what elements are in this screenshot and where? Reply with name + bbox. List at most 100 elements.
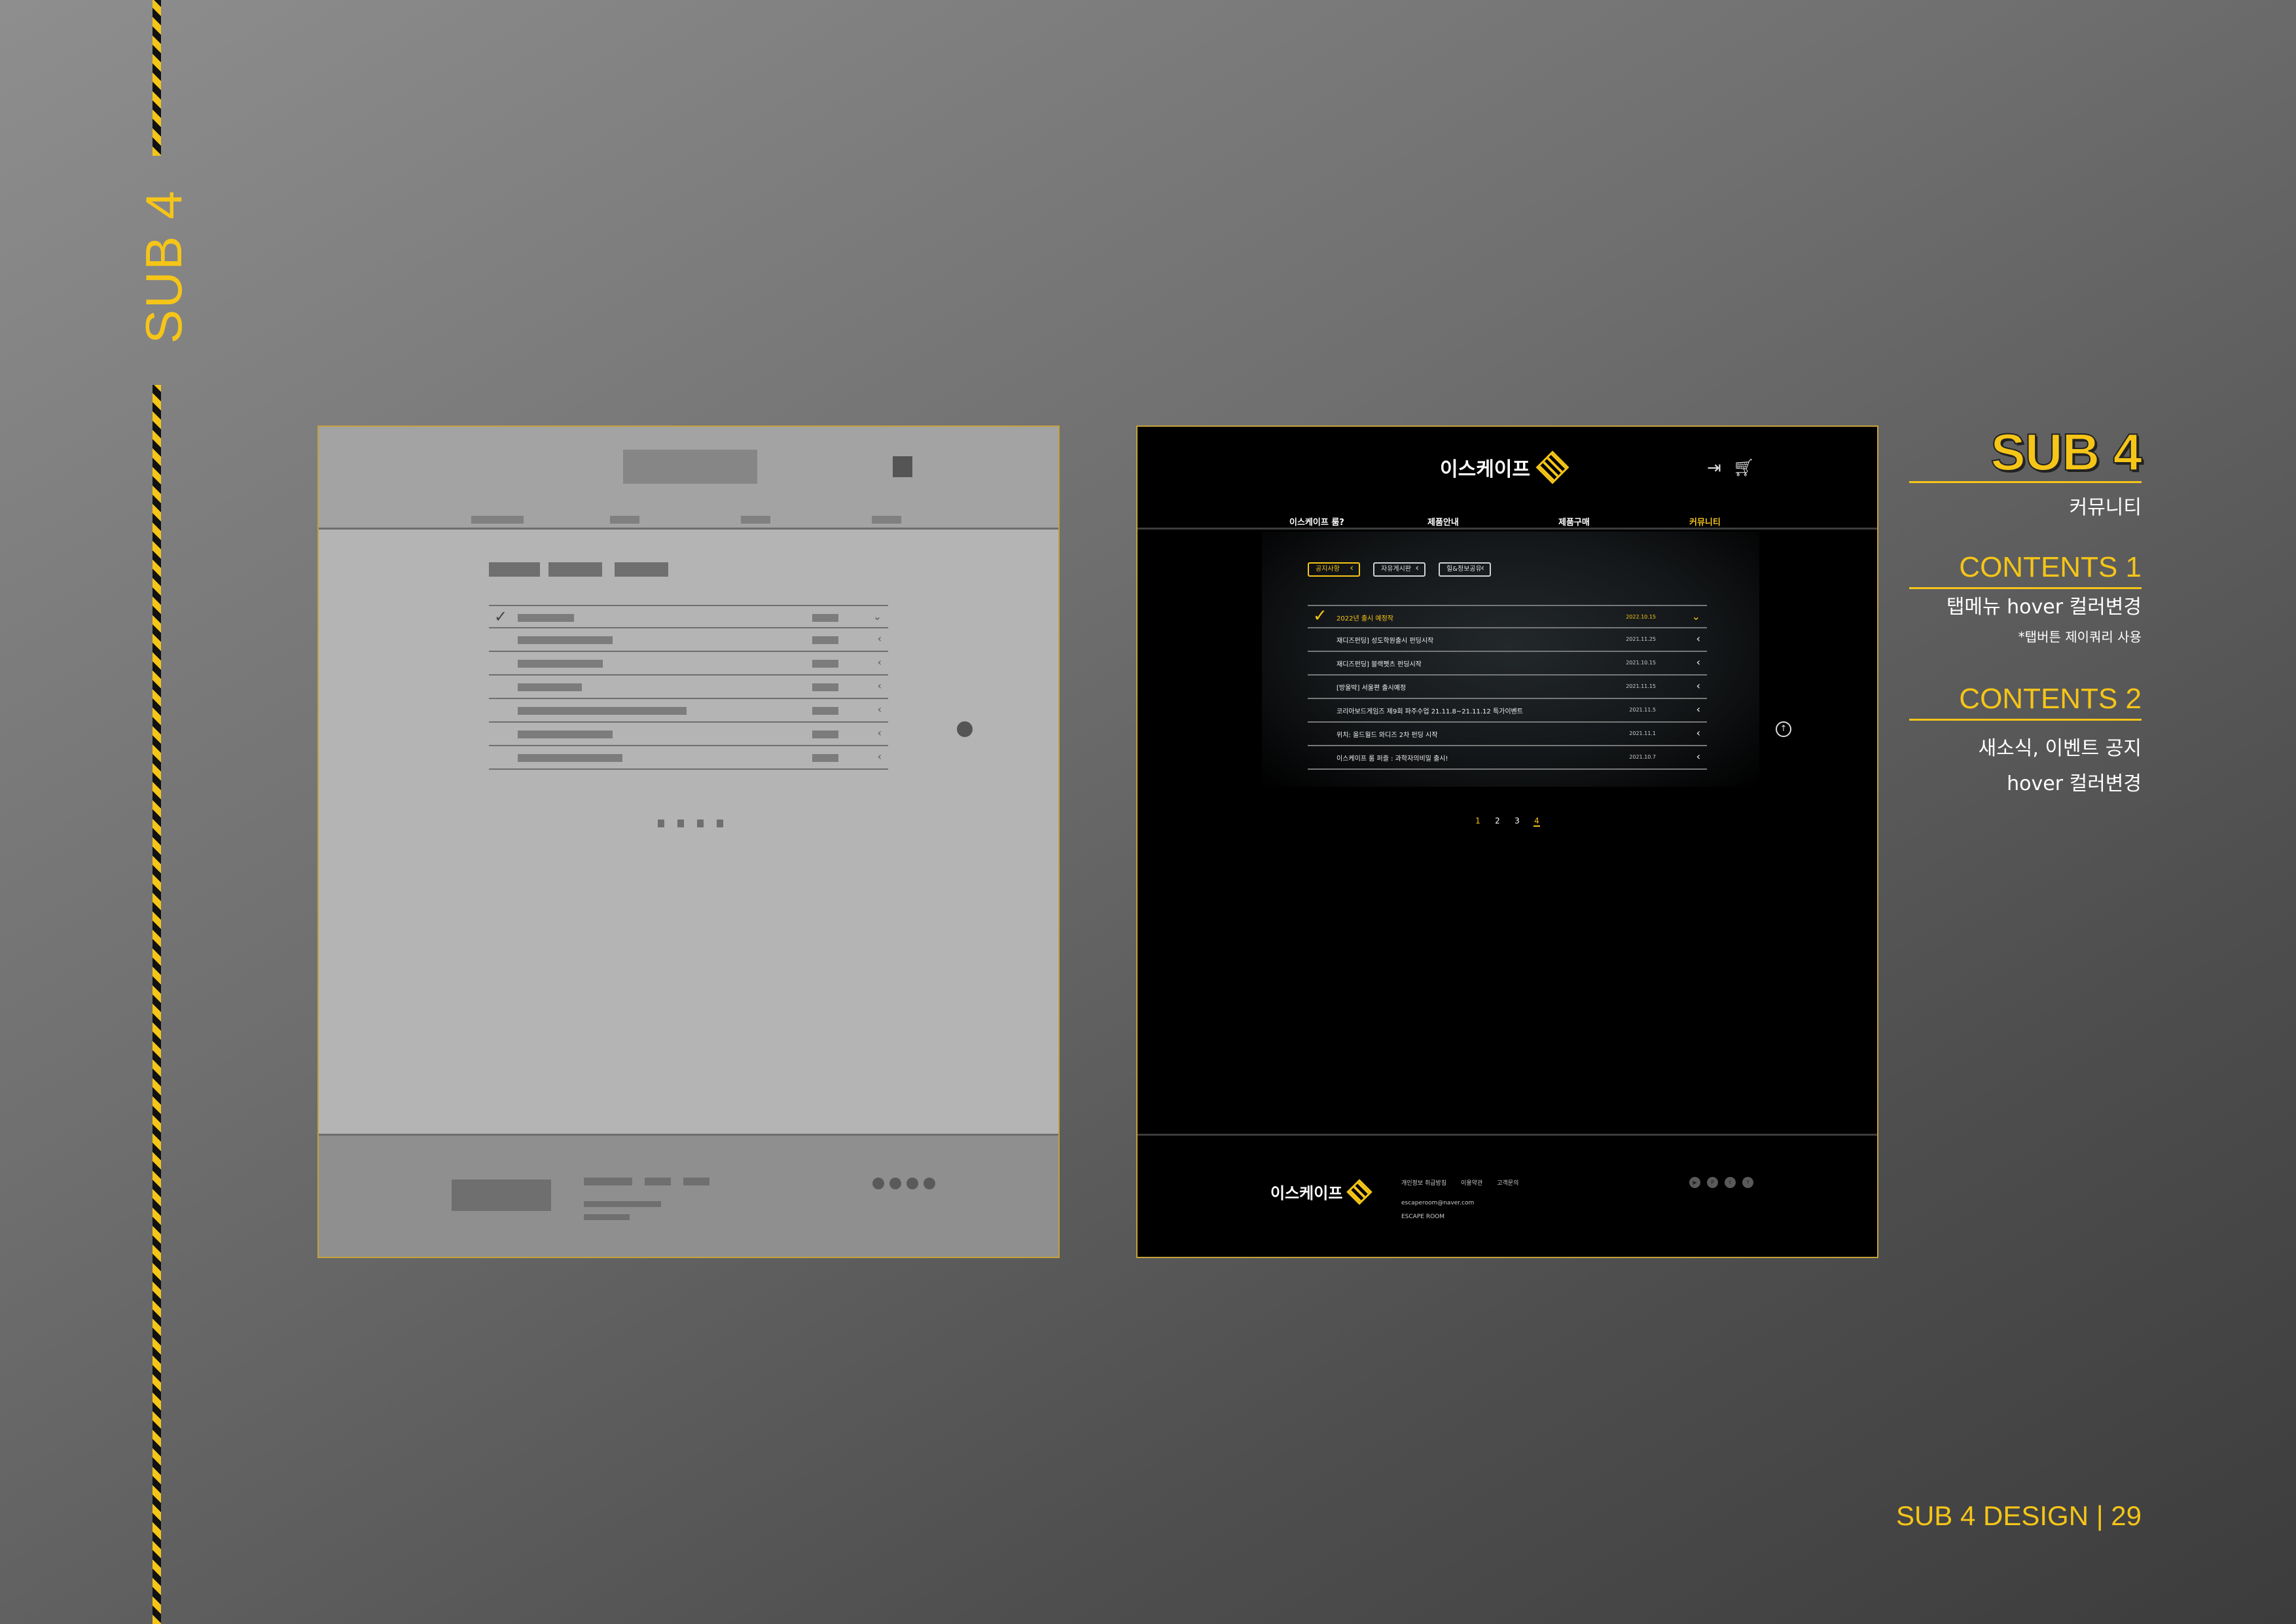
footer-email: escaperoom@naver.com	[1401, 1200, 1475, 1206]
nav-item-about[interactable]: 이스케이프 룸?	[1289, 515, 1344, 528]
annotation-rule	[1909, 481, 2142, 483]
nav-item-buy[interactable]: 제품구매	[1558, 515, 1590, 528]
hazard-stripe-bottom	[152, 385, 161, 1624]
nav-item-products[interactable]: 제품안내	[1427, 515, 1459, 528]
footer-link-contact[interactable]: 고객문의	[1497, 1178, 1518, 1187]
wire-footer-link	[683, 1178, 709, 1185]
post-title: 위치: 올드월드 와디즈 2차 펀딩 시작	[1336, 732, 1438, 739]
wire-page	[658, 820, 664, 827]
scroll-top-icon[interactable]: ↑	[1776, 721, 1791, 737]
wire-nav-4	[872, 516, 901, 524]
wire-nav-1	[471, 516, 524, 524]
footer-links: 개인정보 취급방침 이용약관 고객문의	[1401, 1178, 1518, 1187]
nav-item-community[interactable]: 커뮤니티	[1689, 515, 1721, 528]
tab-info-share[interactable]: 힐&정보공유	[1439, 562, 1491, 577]
wire-nav-3	[741, 516, 770, 524]
pinterest-icon[interactable]: P	[1707, 1177, 1718, 1188]
wire-icon	[893, 456, 912, 477]
site-logo[interactable]: 이스케이프	[1440, 450, 1570, 484]
facebook-icon[interactable]: f	[1742, 1177, 1753, 1188]
post-row[interactable]: 재디즈펀딩] 성도학원출시 펀딩시작 2021.11.25 ‹	[1308, 628, 1707, 652]
main-nav: 이스케이프 룸? 제품안내 제품구매 커뮤니티	[1138, 515, 1877, 528]
footer-logo: 이스케이프	[1270, 1178, 1373, 1205]
post-row[interactable]: 이스케이프 룸 퍼즐 : 과학자의비밀 출시! 2021.10.7 ‹	[1308, 746, 1707, 770]
annotation-subtitle: 커뮤니티	[2069, 496, 2142, 519]
wire-page	[677, 820, 684, 827]
check-icon: ✓	[1313, 606, 1327, 626]
footer-link-terms[interactable]: 이용약관	[1461, 1178, 1482, 1187]
post-date: 2021.10.7	[1629, 754, 1656, 760]
contents2-line1: 새소식, 이벤트 공지	[1978, 737, 2142, 760]
side-label: SUB 4	[135, 189, 192, 344]
chevron-left-icon: ‹	[1696, 632, 1700, 645]
contents1-title: CONTENTS 1	[1959, 551, 2142, 583]
wire-social	[889, 1178, 901, 1189]
wire-row: ‹	[489, 699, 888, 723]
post-title: 재디즈펀딩] 블랙펫츠 펀딩시작	[1336, 661, 1422, 668]
wire-footer-text	[584, 1214, 630, 1220]
post-row[interactable]: 위치: 올드월드 와디즈 2차 펀딩 시작 2021.11.1 ‹	[1308, 723, 1707, 746]
logo-mark-icon	[1535, 450, 1570, 484]
chevron-left-icon: ‹	[1696, 656, 1700, 668]
logo-text: 이스케이프	[1440, 458, 1530, 481]
post-title: [방울박] 서울편 출시예정	[1336, 685, 1407, 692]
chevron-down-icon: ⌄	[1691, 610, 1700, 623]
site-footer: 이스케이프 개인정보 취급방침 이용약관 고객문의 escaperoom@nav…	[1138, 1134, 1877, 1257]
post-row[interactable]: 코리아보드게임즈 제9회 파주수업 21.11.8~21.11.12 특가이벤트…	[1308, 699, 1707, 723]
page-link[interactable]: 3	[1514, 816, 1520, 827]
wire-nav-2	[610, 516, 639, 524]
wire-logo	[623, 450, 757, 484]
twitter-icon[interactable]: t	[1725, 1177, 1736, 1188]
cart-icon[interactable]: 🛒︎	[1733, 458, 1755, 478]
pagination: 1 2 3 4	[1475, 816, 1540, 827]
post-row[interactable]: [방울박] 서울편 출시예정 2021.11.15 ‹	[1308, 676, 1707, 699]
contents2-line2: hover 컬러변경	[2007, 772, 2142, 795]
design-mockup: 이스케이프 ⇥ 🛒︎ 이스케이프 룸? 제품안내 제품구매 커뮤니티 공지사항 …	[1136, 425, 1878, 1258]
youtube-icon[interactable]: ▶	[1689, 1177, 1700, 1188]
tab-notice[interactable]: 공지사항	[1308, 562, 1360, 577]
tab-free-board[interactable]: 자유게시판	[1373, 562, 1426, 577]
post-row[interactable]: ✓ 2022년 출시 예정작 2022.10.15 ⌄	[1308, 605, 1707, 628]
wire-tab-3	[615, 562, 668, 577]
board-tabs: 공지사항 자유게시판 힐&정보공유	[1308, 562, 1491, 577]
post-date: 2021.10.15	[1626, 660, 1656, 666]
wire-footer-text	[584, 1201, 661, 1207]
page-link-current[interactable]: 4	[1534, 816, 1540, 827]
wire-social	[872, 1178, 884, 1189]
wire-tab-1	[489, 562, 540, 577]
contents1-note: *탭버튼 제이쿼리 사용	[2018, 629, 2142, 645]
wire-row: ‹	[489, 723, 888, 746]
chevron-left-icon: ‹	[1696, 727, 1700, 739]
login-icon[interactable]: ⇥	[1707, 458, 1721, 478]
wire-social	[906, 1178, 918, 1189]
footer-link-privacy[interactable]: 개인정보 취급방침	[1401, 1178, 1446, 1187]
social-icons: ▶ P t f	[1689, 1177, 1753, 1188]
post-date: 2021.11.5	[1629, 707, 1656, 713]
wire-social	[924, 1178, 935, 1189]
wire-page	[697, 820, 704, 827]
wire-top-button	[957, 721, 973, 737]
wire-row: ‹	[489, 628, 888, 652]
annotation-title: SUB 4	[1990, 422, 2143, 482]
header-icons: ⇥ 🛒︎	[1707, 458, 1755, 478]
hazard-stripe-top	[152, 0, 161, 156]
wire-footer-link	[645, 1178, 671, 1185]
wire-page	[717, 820, 723, 827]
footer-logo-text: 이스케이프	[1270, 1184, 1343, 1202]
chevron-left-icon: ‹	[1696, 679, 1700, 692]
page-footer: SUB 4 DESIGN | 29	[1895, 1500, 2142, 1531]
wire-tab-2	[548, 562, 602, 577]
post-row[interactable]: 재디즈펀딩] 블랙펫츠 펀딩시작 2021.10.15 ‹	[1308, 652, 1707, 676]
wireframe-mockup: ✓ ⌄ ‹ ‹ ‹ ‹ ‹ ‹	[317, 425, 1060, 1258]
post-title: 2022년 출시 예정작	[1336, 615, 1394, 623]
page-link[interactable]: 1	[1475, 816, 1481, 827]
post-title: 코리아보드게임즈 제9회 파주수업 21.11.8~21.11.12 특가이벤트	[1336, 708, 1523, 715]
wire-row: ‹	[489, 676, 888, 699]
post-date: 2021.11.1	[1629, 731, 1656, 736]
page-link[interactable]: 2	[1494, 816, 1501, 827]
contents2-title: CONTENTS 2	[1959, 683, 2142, 715]
annotation-rule	[1909, 719, 2142, 721]
contents1-body: 탭메뉴 hover 컬러변경	[1946, 596, 2142, 619]
post-title: 재디즈펀딩] 성도학원출시 펀딩시작	[1336, 638, 1434, 645]
logo-mark-icon	[1346, 1178, 1373, 1205]
